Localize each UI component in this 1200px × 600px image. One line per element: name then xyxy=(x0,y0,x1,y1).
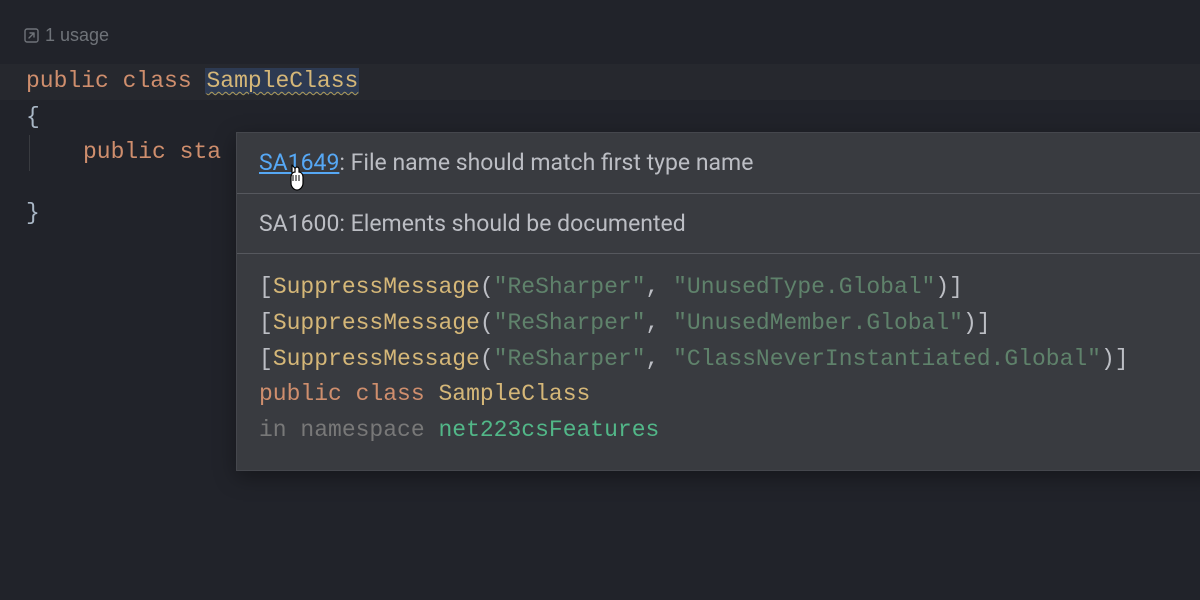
keyword-sta: sta xyxy=(180,139,221,165)
code-line[interactable]: { xyxy=(26,100,1200,136)
rule-link[interactable]: SA1649 xyxy=(259,149,339,176)
code-editor[interactable]: 1 usage public class SampleClass { publi… xyxy=(0,0,1200,232)
goto-usage-icon xyxy=(24,28,39,43)
inspection-tooltip: SA1649: File name should match first typ… xyxy=(236,132,1200,471)
class-identifier[interactable]: SampleClass xyxy=(205,68,359,94)
code-preview: [SuppressMessage("ReSharper", "UnusedTyp… xyxy=(237,254,1200,470)
rule-description: Elements should be documented xyxy=(351,210,686,237)
rule-description: File name should match first type name xyxy=(351,149,754,176)
inspection-row[interactable]: SA1600: Elements should be documented xyxy=(237,194,1200,254)
inspection-row[interactable]: SA1649: File name should match first typ… xyxy=(237,133,1200,193)
usage-hint[interactable]: 1 usage xyxy=(24,22,1200,50)
rule-id: SA1600 xyxy=(259,210,339,237)
code-line[interactable]: public class SampleClass xyxy=(0,64,1200,100)
brace-close: } xyxy=(26,200,40,226)
brace-open: { xyxy=(26,104,40,130)
usage-count-text: 1 usage xyxy=(45,22,109,50)
keyword-class: class xyxy=(123,68,192,94)
keyword-public: public xyxy=(26,68,109,94)
keyword-public: public xyxy=(83,139,166,165)
